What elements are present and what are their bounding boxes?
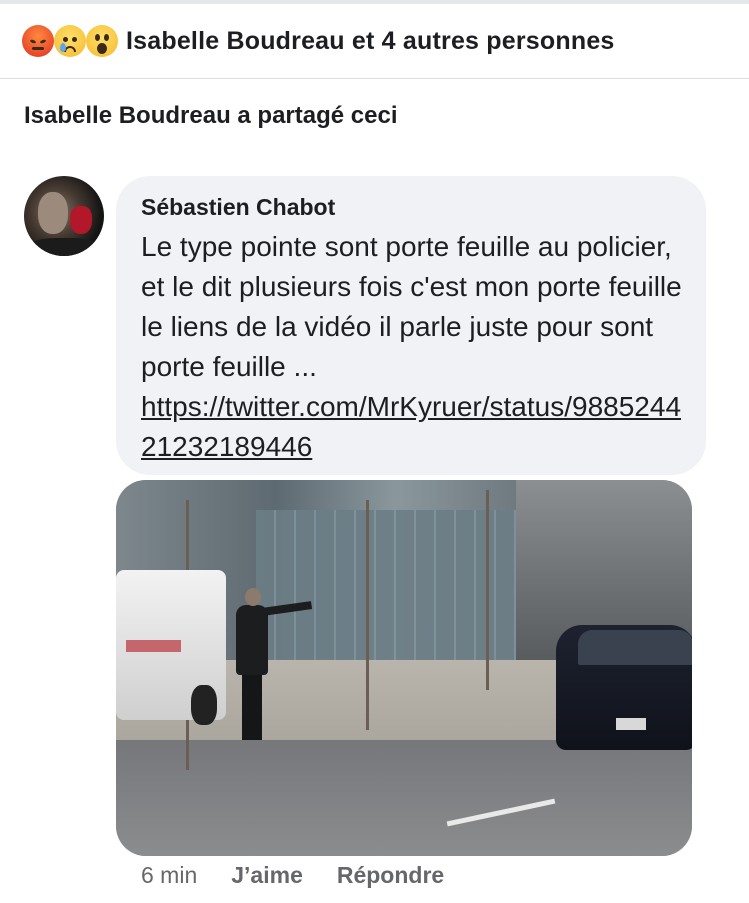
comment-timestamp[interactable]: 6 min xyxy=(141,862,197,889)
comment-author[interactable]: Sébastien Chabot xyxy=(141,193,682,221)
attached-photo[interactable] xyxy=(116,480,692,856)
reactions-summary-text[interactable]: Isabelle Boudreau et 4 autres personnes xyxy=(126,27,615,56)
comment-link[interactable]: https://twitter.com/MrKyruer/status/9885… xyxy=(141,387,686,467)
share-attribution: Isabelle Boudreau a partagé ceci xyxy=(24,102,398,129)
wow-reaction-icon xyxy=(86,25,118,57)
angry-reaction-icon xyxy=(22,25,54,57)
sad-reaction-icon xyxy=(54,25,86,57)
comment-text: Le type pointe sont porte feuille au pol… xyxy=(141,231,682,382)
reaction-icons[interactable] xyxy=(22,25,118,57)
reactions-summary-bar[interactable]: Isabelle Boudreau et 4 autres personnes xyxy=(0,4,749,79)
reply-button[interactable]: Répondre xyxy=(337,862,444,889)
commenter-avatar[interactable] xyxy=(24,176,104,256)
comment-actions: 6 min J’aime Répondre xyxy=(141,862,444,889)
like-button[interactable]: J’aime xyxy=(231,862,303,889)
comment-bubble: Sébastien Chabot Le type pointe sont por… xyxy=(116,176,706,475)
